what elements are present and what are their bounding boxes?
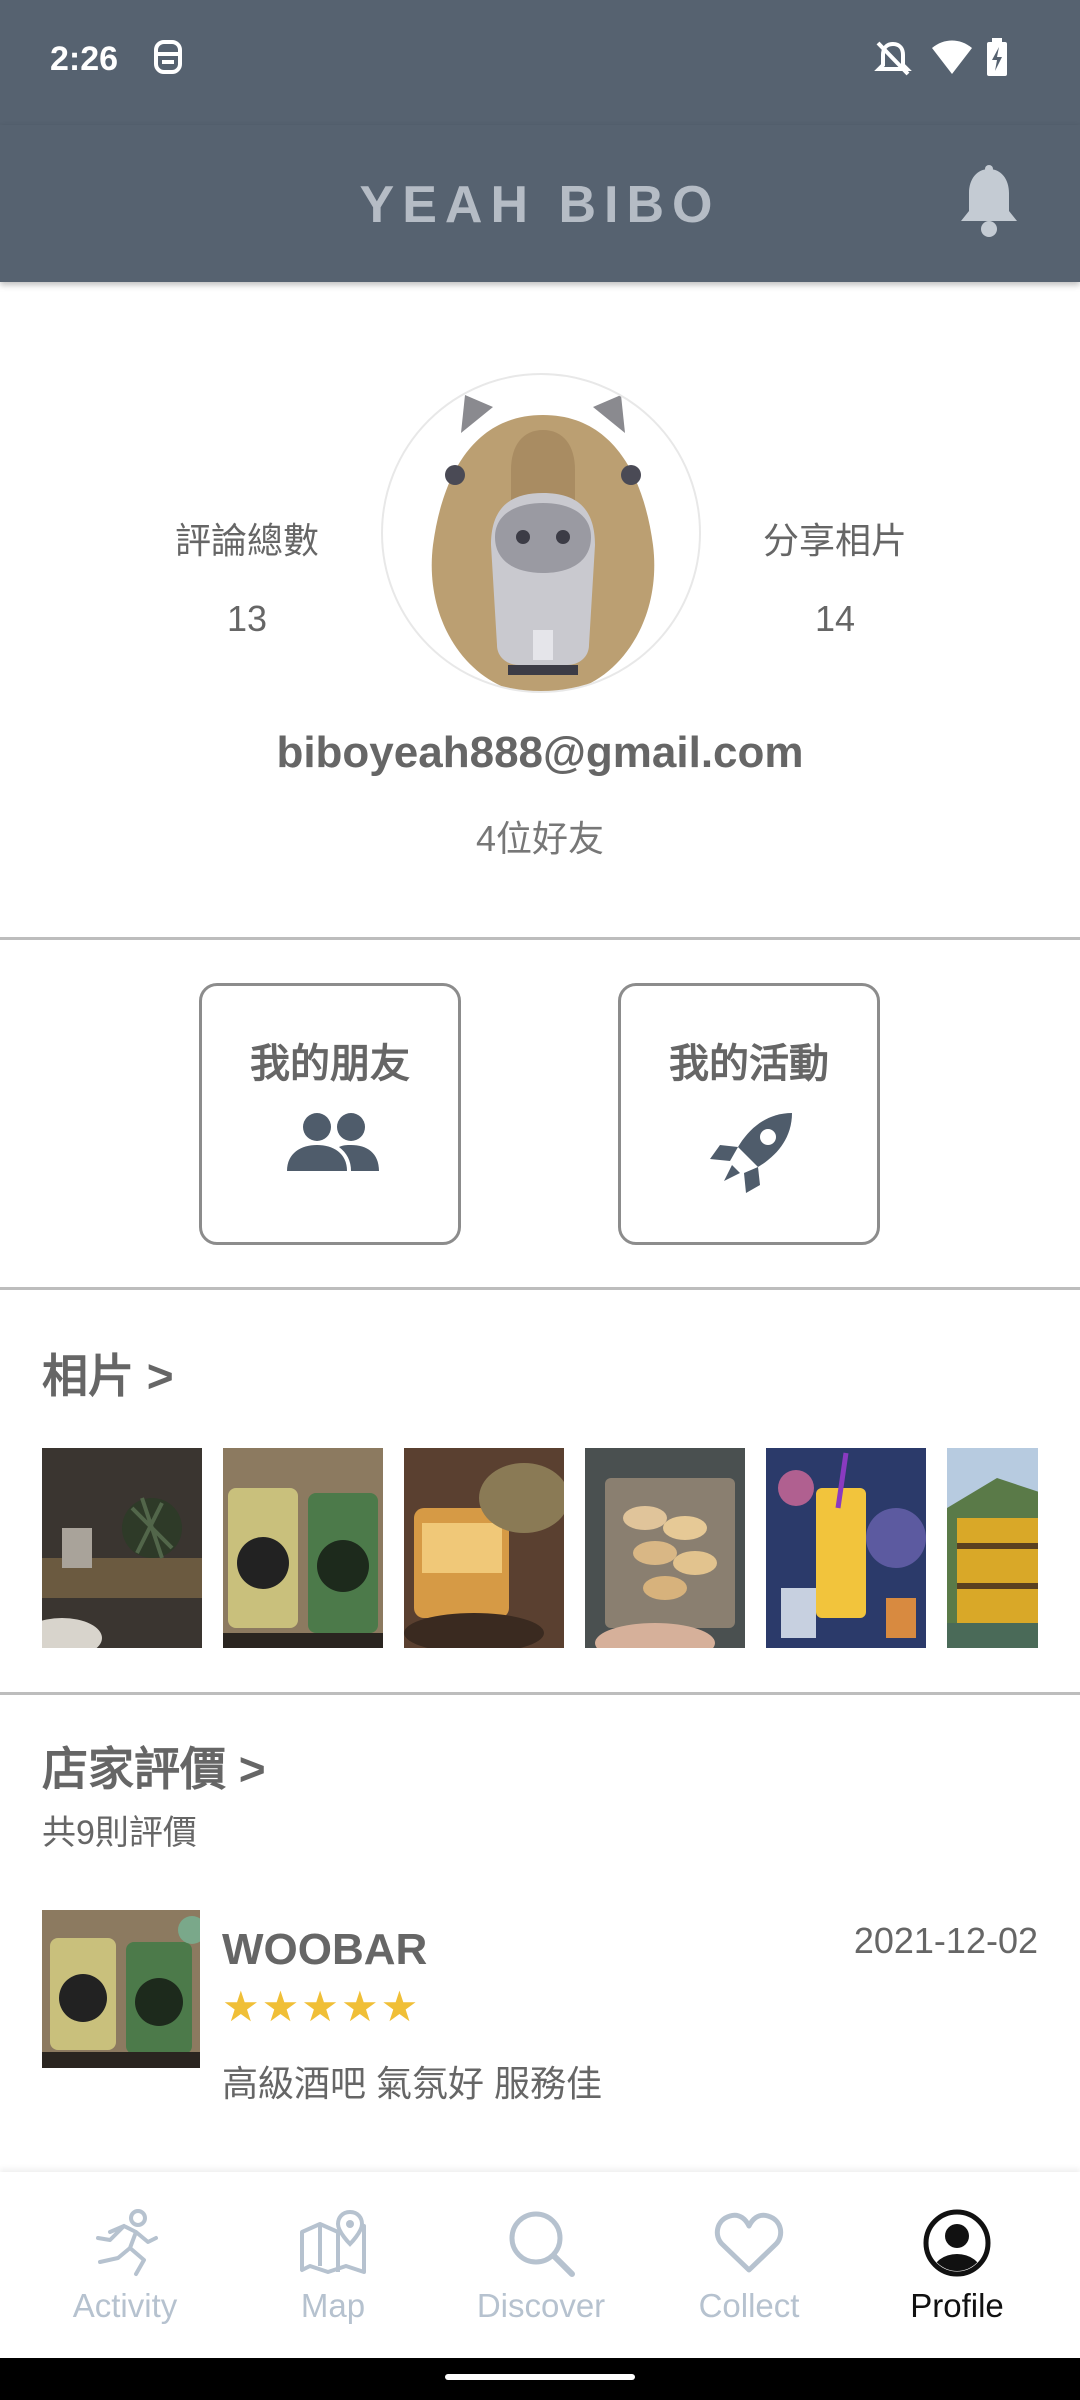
heart-icon [714, 2212, 784, 2273]
nav-item-collect[interactable]: Collect [644, 2172, 854, 2358]
review-date: 2021-12-02 [853, 1920, 1038, 1961]
photo-strip[interactable] [42, 1448, 1038, 1648]
nav-item-map[interactable]: Map [228, 2172, 438, 2358]
reviews-count-label: 共9則評價 [42, 1814, 197, 1852]
photo-thumbnail[interactable] [766, 1448, 926, 1648]
review-item[interactable]: WOOBAR 2021-12-02 ★★★★★ 高級酒吧 氣氛好 服務佳 [0, 1910, 1080, 2110]
bell-icon[interactable] [955, 165, 1023, 239]
reviews-stat: 評論總數 13 [147, 512, 347, 640]
nav-item-profile[interactable]: Profile [852, 2172, 1062, 2358]
avatar[interactable] [381, 373, 701, 693]
review-thumbnail [42, 1910, 200, 2068]
photos-stat: 分享相片 14 [735, 512, 935, 640]
profile-email: biboyeah888@gmail.com [276, 728, 804, 777]
nav-label-map: Map [300, 2287, 366, 2324]
notification-app-icon [152, 38, 184, 83]
gesture-bar [0, 2358, 1080, 2400]
map-icon [300, 2209, 366, 2274]
nav-label-activity: Activity [72, 2287, 178, 2324]
app-title: YEAH BIBO [359, 176, 721, 234]
divider [0, 1287, 1080, 1290]
status-time: 2:26 [50, 40, 119, 78]
divider [0, 1692, 1080, 1695]
status-bar: 2:26 [0, 0, 1080, 125]
reviews-section-title[interactable]: 店家評價 > [42, 1733, 266, 1799]
bottom-nav: Activity Map Discover Collect Profile [0, 2172, 1080, 2358]
my-friends-label: 我的朋友 [250, 1042, 410, 1086]
photo-thumbnail[interactable] [585, 1448, 745, 1648]
wifi-icon [930, 38, 974, 83]
people-icon [287, 1113, 379, 1171]
photo-thumbnail[interactable] [404, 1448, 569, 1648]
rocket-icon [710, 1113, 792, 1193]
divider [0, 937, 1080, 940]
nav-label-collect: Collect [698, 2287, 800, 2324]
photos-stat-count: 14 [814, 598, 856, 639]
nav-item-discover[interactable]: Discover [436, 2172, 646, 2358]
running-icon [96, 2209, 158, 2276]
review-store-name: WOOBAR [222, 1925, 428, 1974]
profile-icon [923, 2209, 991, 2277]
reviews-stat-label: 評論總數 [174, 520, 319, 561]
nav-label-profile: Profile [910, 2287, 1004, 2324]
reviews-stat-count: 13 [226, 598, 268, 639]
photos-stat-label: 分享相片 [762, 520, 907, 561]
nav-item-activity[interactable]: Activity [20, 2172, 230, 2358]
app-bar: YEAH BIBO [0, 125, 1080, 282]
battery-charging-icon [985, 38, 1009, 83]
review-rating-stars: ★★★★★ [222, 1983, 421, 2030]
my-friends-button[interactable]: 我的朋友 [199, 983, 461, 1245]
photo-thumbnail[interactable] [42, 1448, 202, 1648]
my-activities-label: 我的活動 [669, 1042, 829, 1086]
search-icon [509, 2211, 575, 2277]
photo-thumbnail[interactable] [223, 1448, 383, 1648]
friends-count[interactable]: 4位好友 [0, 810, 1080, 862]
my-activities-button[interactable]: 我的活動 [618, 983, 880, 1245]
bell-off-icon [873, 38, 913, 83]
nav-label-discover: Discover [476, 2287, 606, 2324]
home-indicator[interactable] [445, 2374, 635, 2380]
review-text: 高級酒吧 氣氛好 服務佳 [222, 2063, 603, 2104]
photo-thumbnail[interactable] [947, 1448, 1038, 1648]
photos-section-title[interactable]: 相片 > [42, 1340, 174, 1406]
